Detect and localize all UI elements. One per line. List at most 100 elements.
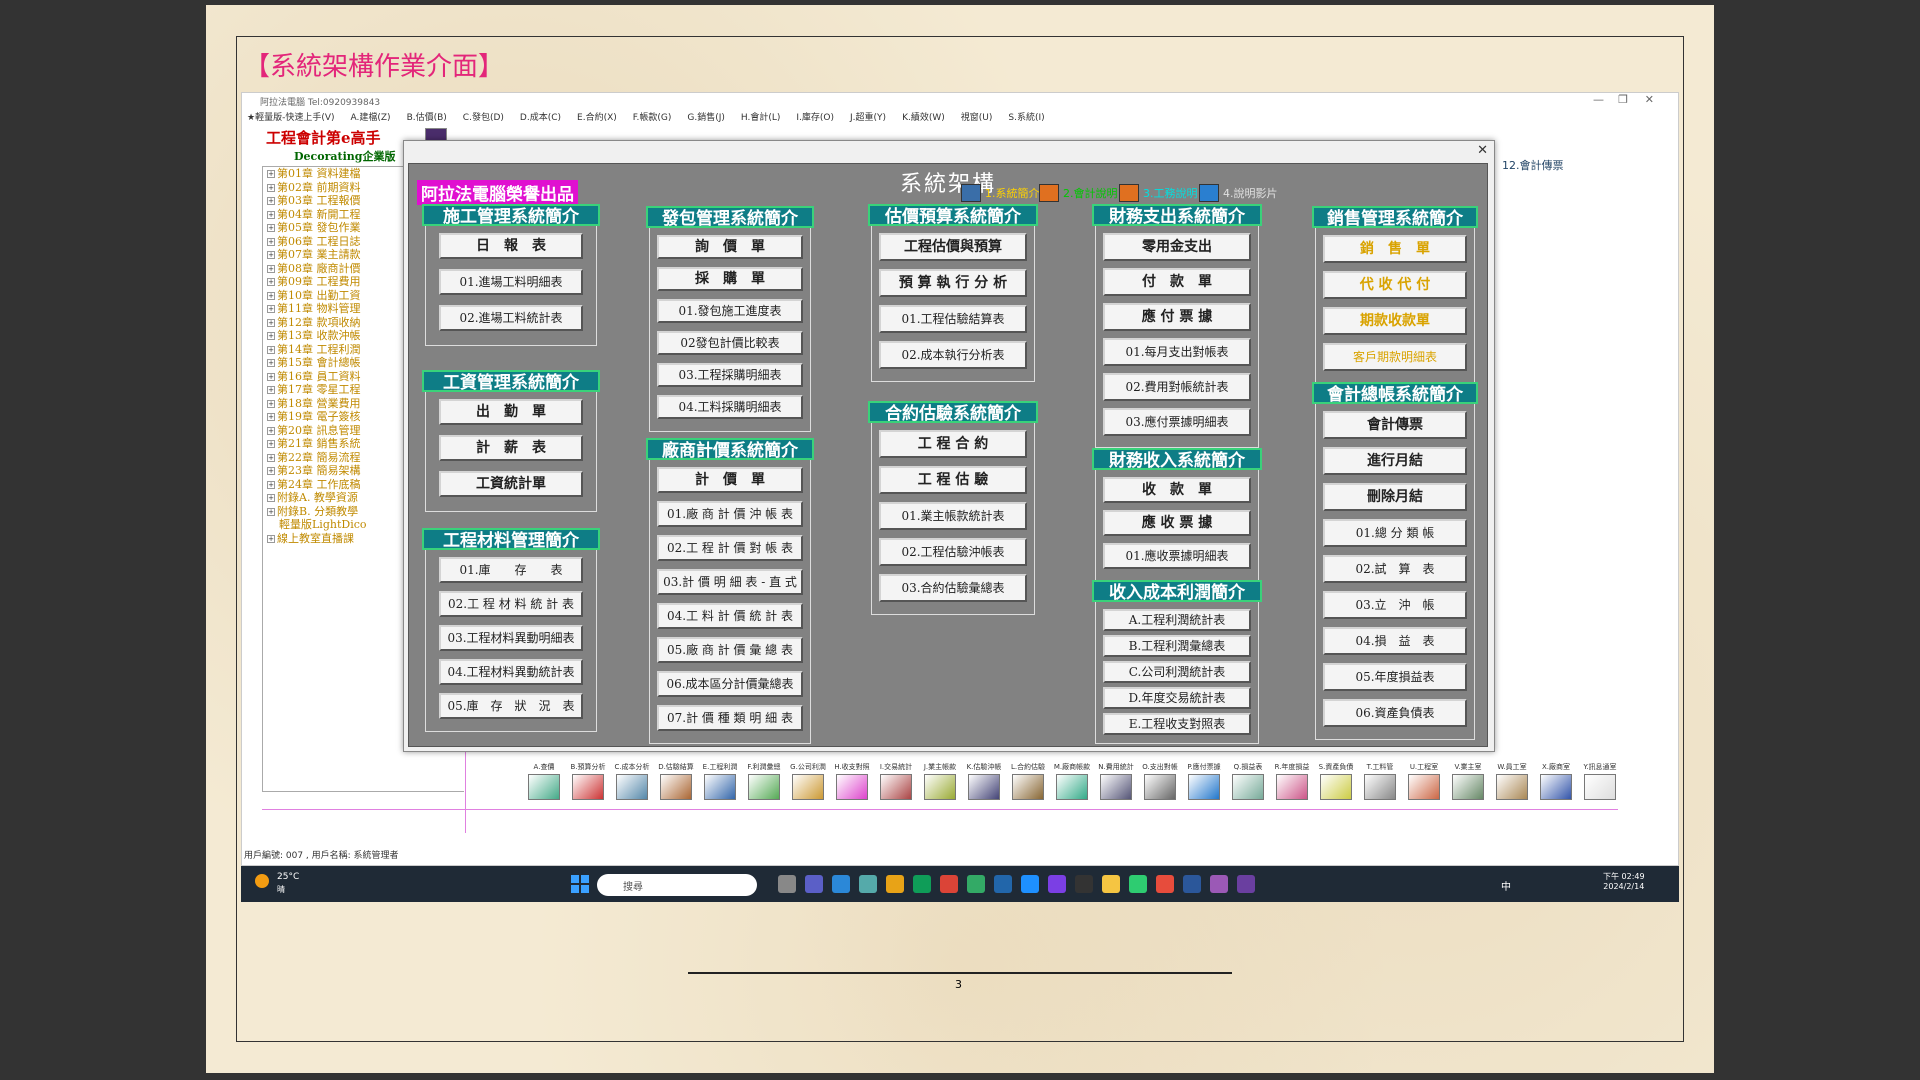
function-button[interactable]: 付 款 單 — [1103, 268, 1251, 296]
toolbar-button[interactable]: V.業主室 — [1447, 762, 1489, 800]
function-button[interactable]: 02發包計價比較表 — [657, 331, 803, 355]
function-button[interactable]: 01.業主帳款統計表 — [879, 502, 1027, 530]
group-title[interactable]: 會計總帳系統簡介 — [1312, 382, 1478, 404]
close-icon[interactable]: ✕ — [1645, 93, 1654, 106]
function-button[interactable]: 03.立 沖 帳 — [1323, 591, 1467, 619]
expand-icon[interactable]: + — [267, 318, 275, 327]
function-button[interactable]: 01.發包施工進度表 — [657, 299, 803, 323]
toolbar-button[interactable]: R.年度損益 — [1271, 762, 1313, 800]
group-title[interactable]: 工程材料管理簡介 — [422, 528, 600, 550]
toolbar-button[interactable]: Y.訊息通室 — [1579, 762, 1621, 800]
function-button[interactable]: B.工程利潤彙總表 — [1103, 635, 1251, 657]
group-title[interactable]: 收入成本利潤簡介 — [1092, 580, 1262, 602]
group-title[interactable]: 銷售管理系統簡介 — [1312, 206, 1478, 228]
expand-icon[interactable]: + — [267, 426, 275, 435]
function-button[interactable]: 02.工 程 材 料 統 計 表 — [439, 591, 583, 617]
function-button[interactable]: 進行月結 — [1323, 447, 1467, 475]
toolbar-button[interactable]: A.查價 — [523, 762, 565, 800]
expand-icon[interactable]: + — [267, 440, 275, 448]
toolbar-button[interactable]: W.員工室 — [1491, 762, 1533, 800]
function-button[interactable]: 03.應付票據明細表 — [1103, 408, 1251, 436]
function-button[interactable]: 04.工 料 計 價 統 計 表 — [657, 603, 803, 629]
menu-item[interactable]: G.銷售(J) — [687, 110, 725, 124]
group-title[interactable]: 工資管理系統簡介 — [422, 370, 600, 392]
expand-icon[interactable]: + — [267, 399, 275, 408]
toolbar-button[interactable]: K.估驗沖帳 — [963, 762, 1005, 800]
help-link[interactable]: 4.說明影片 — [1199, 184, 1278, 202]
function-button[interactable]: 03.工程採購明細表 — [657, 363, 803, 387]
menu-item[interactable]: ★輕量版-快速上手(V) — [247, 110, 335, 124]
expand-icon[interactable]: + — [267, 224, 275, 232]
toolbar-button[interactable]: S.資產負債 — [1315, 762, 1357, 800]
toolbar-button[interactable]: U.工程室 — [1403, 762, 1445, 800]
function-button[interactable]: 03.工程材料異動明細表 — [439, 625, 583, 651]
expand-icon[interactable]: + — [267, 413, 275, 421]
menu-item[interactable]: D.成本(C) — [520, 110, 561, 124]
group-title[interactable]: 施工管理系統簡介 — [422, 204, 600, 226]
function-button[interactable]: 零用金支出 — [1103, 233, 1251, 261]
function-button[interactable]: 工資統計單 — [439, 471, 583, 497]
expand-icon[interactable]: + — [267, 278, 275, 286]
taskbar-app-icon[interactable] — [805, 875, 823, 893]
function-button[interactable]: 04.損 益 表 — [1323, 627, 1467, 655]
toolbar-button[interactable]: B.預算分析 — [567, 762, 609, 800]
help-link[interactable]: 2.會計說明 — [1039, 184, 1118, 202]
expand-icon[interactable]: + — [267, 359, 275, 367]
function-button[interactable]: 02.費用對帳統計表 — [1103, 373, 1251, 401]
function-button[interactable]: 02.成本執行分析表 — [879, 341, 1027, 369]
expand-icon[interactable]: + — [267, 291, 275, 300]
expand-icon[interactable]: + — [267, 386, 275, 394]
function-button[interactable]: 01.應收票據明細表 — [1103, 543, 1251, 569]
function-button[interactable]: 06.成本區分計價彙總表 — [657, 671, 803, 697]
toolbar-button[interactable]: T.工料管 — [1359, 762, 1401, 800]
clock[interactable]: 下午 02:49 2024/2/14 — [1603, 871, 1645, 891]
function-button[interactable]: 計 價 單 — [657, 467, 803, 493]
toolbar-button[interactable]: O.支出對帳 — [1139, 762, 1181, 800]
function-button[interactable]: 銷 售 單 — [1323, 235, 1467, 263]
voucher-link[interactable]: 12.會計傳票 — [1502, 157, 1564, 173]
function-button[interactable]: 02.進場工料統計表 — [439, 305, 583, 331]
group-title[interactable]: 財務支出系統簡介 — [1092, 204, 1262, 226]
menu-item[interactable]: B.估價(B) — [407, 110, 447, 124]
function-button[interactable]: 期款收款單 — [1323, 307, 1467, 335]
search-input[interactable]: 搜尋 — [597, 874, 757, 896]
function-button[interactable]: 04.工料採購明細表 — [657, 395, 803, 419]
menu-item[interactable]: S.系統(I) — [1008, 110, 1044, 124]
function-button[interactable]: 04.工程材料異動統計表 — [439, 659, 583, 685]
function-button[interactable]: 05.庫 存 狀 況 表 — [439, 693, 583, 719]
toolbar-button[interactable]: M.廠商帳款 — [1051, 762, 1093, 800]
expand-icon[interactable]: + — [267, 467, 275, 475]
function-button[interactable]: 應 收 票 據 — [1103, 510, 1251, 536]
restore-icon[interactable]: ❐ — [1618, 93, 1628, 106]
taskbar-app-icon[interactable] — [859, 875, 877, 893]
function-button[interactable]: 03.計 價 明 細 表 - 直 式 — [657, 569, 803, 595]
function-button[interactable]: 05.廠 商 計 價 彙 總 表 — [657, 637, 803, 663]
expand-icon[interactable]: + — [267, 372, 275, 381]
group-title[interactable]: 財務收入系統簡介 — [1092, 448, 1262, 470]
expand-icon[interactable]: + — [267, 237, 275, 246]
function-button[interactable]: 工程估價與預算 — [879, 233, 1027, 261]
function-button[interactable]: 會計傳票 — [1323, 411, 1467, 439]
expand-icon[interactable]: + — [267, 251, 275, 259]
taskbar-app-icon[interactable] — [913, 875, 931, 893]
function-button[interactable]: 工 程 合 約 — [879, 430, 1027, 458]
expand-icon[interactable]: + — [267, 264, 275, 273]
function-button[interactable]: 收 款 單 — [1103, 477, 1251, 503]
toolbar-button[interactable]: F.利潤彙總 — [743, 762, 785, 800]
function-button[interactable]: 02.工程估驗沖帳表 — [879, 538, 1027, 566]
taskbar-app-icon[interactable] — [1237, 875, 1255, 893]
help-link[interactable]: 1.系統簡介 — [961, 184, 1040, 202]
start-icon[interactable] — [571, 875, 589, 893]
function-button[interactable]: 01.進場工料明細表 — [439, 269, 583, 295]
function-button[interactable]: 01.廠 商 計 價 沖 帳 表 — [657, 501, 803, 527]
taskbar-app-icon[interactable] — [1075, 875, 1093, 893]
toolbar-button[interactable]: I.交易統計 — [875, 762, 917, 800]
group-title[interactable]: 合約估驗系統簡介 — [868, 401, 1038, 423]
function-button[interactable]: 01.庫 存 表 — [439, 557, 583, 583]
taskbar-app-icon[interactable] — [994, 875, 1012, 893]
menu-item[interactable]: J.超重(Y) — [850, 110, 886, 124]
toolbar-button[interactable]: N.費用統計 — [1095, 762, 1137, 800]
function-button[interactable]: D.年度交易統計表 — [1103, 687, 1251, 709]
function-button[interactable]: 客戶期款明細表 — [1323, 343, 1467, 371]
function-button[interactable]: 出 勤 單 — [439, 399, 583, 425]
